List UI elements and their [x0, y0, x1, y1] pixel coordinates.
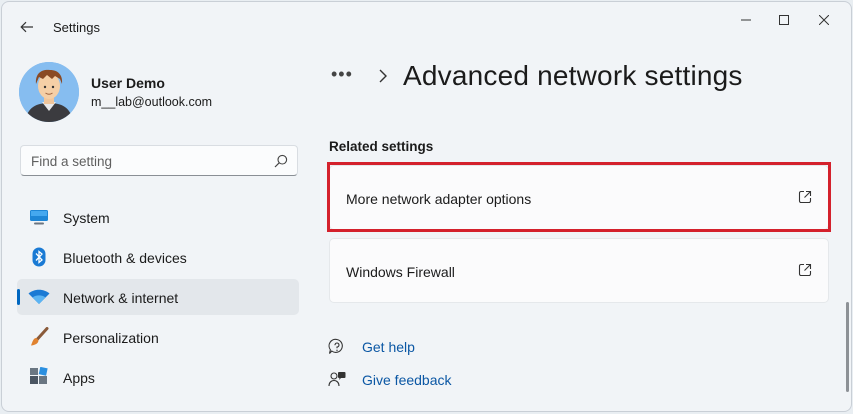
- card-label: Windows Firewall: [346, 264, 455, 280]
- user-email: m__lab@outlook.com: [91, 95, 213, 109]
- back-arrow-icon: [20, 21, 33, 33]
- get-help-link[interactable]: Get help: [327, 337, 415, 357]
- close-button[interactable]: [801, 8, 847, 32]
- avatar[interactable]: [19, 62, 79, 122]
- sidebar-item-network[interactable]: Network & internet: [17, 279, 299, 315]
- back-button[interactable]: [14, 14, 40, 40]
- search-box[interactable]: [20, 145, 298, 177]
- sidebar-item-apps[interactable]: Apps: [17, 359, 299, 395]
- section-title: Related settings: [329, 139, 434, 154]
- close-icon: [819, 15, 829, 25]
- sidebar-item-label: Apps: [63, 370, 95, 386]
- feedback-icon: [327, 370, 347, 390]
- help-icon: [327, 337, 347, 357]
- chevron-right-icon: [379, 69, 387, 83]
- monitor-icon: [28, 207, 50, 227]
- page-title: Advanced network settings: [403, 60, 743, 91]
- brush-icon: [28, 327, 50, 347]
- sidebar-item-personalization[interactable]: Personalization: [17, 319, 299, 355]
- bluetooth-icon: [28, 247, 50, 267]
- external-link-icon: [798, 263, 812, 277]
- maximize-icon: [779, 15, 789, 25]
- card-label: More network adapter options: [346, 191, 532, 207]
- search-input[interactable]: [21, 146, 273, 177]
- sidebar-item-system[interactable]: System: [17, 199, 299, 235]
- wifi-icon: [28, 287, 50, 307]
- sidebar-item-label: Bluetooth & devices: [63, 250, 187, 266]
- minimize-icon: [741, 19, 751, 21]
- apps-icon: [28, 367, 50, 387]
- windows-firewall-link[interactable]: Windows Firewall: [329, 238, 829, 303]
- app-title: Settings: [53, 20, 100, 35]
- give-feedback-link[interactable]: Give feedback: [327, 370, 452, 390]
- avatar-image: [19, 62, 79, 122]
- sidebar-item-label: Network & internet: [63, 290, 179, 306]
- external-link-icon: [798, 190, 812, 204]
- more-network-adapter-options-link[interactable]: More network adapter options: [329, 165, 829, 230]
- feedback-link-label[interactable]: Give feedback: [362, 372, 452, 388]
- sidebar-item-label: Personalization: [63, 330, 159, 346]
- help-link-label[interactable]: Get help: [362, 339, 415, 355]
- active-indicator: [17, 289, 20, 305]
- user-name: User Demo: [91, 75, 165, 91]
- settings-window: Settings User Demo m__lab@outlook.com Fi…: [1, 1, 852, 412]
- sidebar-item-label: System: [63, 210, 110, 226]
- breadcrumb-more-button[interactable]: •••: [331, 64, 359, 88]
- title-bar: Settings: [2, 2, 851, 46]
- scrollbar[interactable]: [846, 302, 849, 392]
- search-icon[interactable]: [274, 154, 288, 168]
- sidebar-item-bluetooth[interactable]: Bluetooth & devices: [17, 239, 299, 275]
